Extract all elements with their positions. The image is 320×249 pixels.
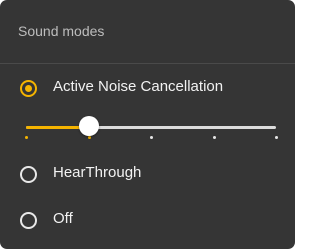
radio-button-off[interactable]: [20, 212, 37, 229]
radio-button-anc[interactable]: [20, 80, 37, 97]
panel-header: Sound modes: [0, 0, 295, 64]
mode-label-hearthrough: HearThrough: [53, 164, 142, 181]
mode-label-off: Off: [53, 210, 73, 227]
slider-tick: [150, 136, 153, 139]
anc-level-slider[interactable]: [25, 114, 278, 144]
mode-option-anc[interactable]: Active Noise Cancellation: [0, 68, 295, 108]
slider-tick: [275, 136, 278, 139]
slider-tick: [212, 136, 216, 139]
sound-modes-panel: Sound modes Active Noise Cancellation He…: [0, 0, 295, 249]
slider-thumb[interactable]: [78, 116, 99, 136]
slider-tick: [87, 136, 91, 139]
slider-tick: [25, 136, 28, 139]
mode-label-anc: Active Noise Cancellation: [53, 78, 224, 95]
mode-option-off[interactable]: Off: [0, 200, 295, 240]
radio-button-hearthrough[interactable]: [20, 166, 37, 183]
mode-option-hearthrough[interactable]: HearThrough: [0, 154, 295, 194]
panel-title: Sound modes: [18, 23, 105, 39]
